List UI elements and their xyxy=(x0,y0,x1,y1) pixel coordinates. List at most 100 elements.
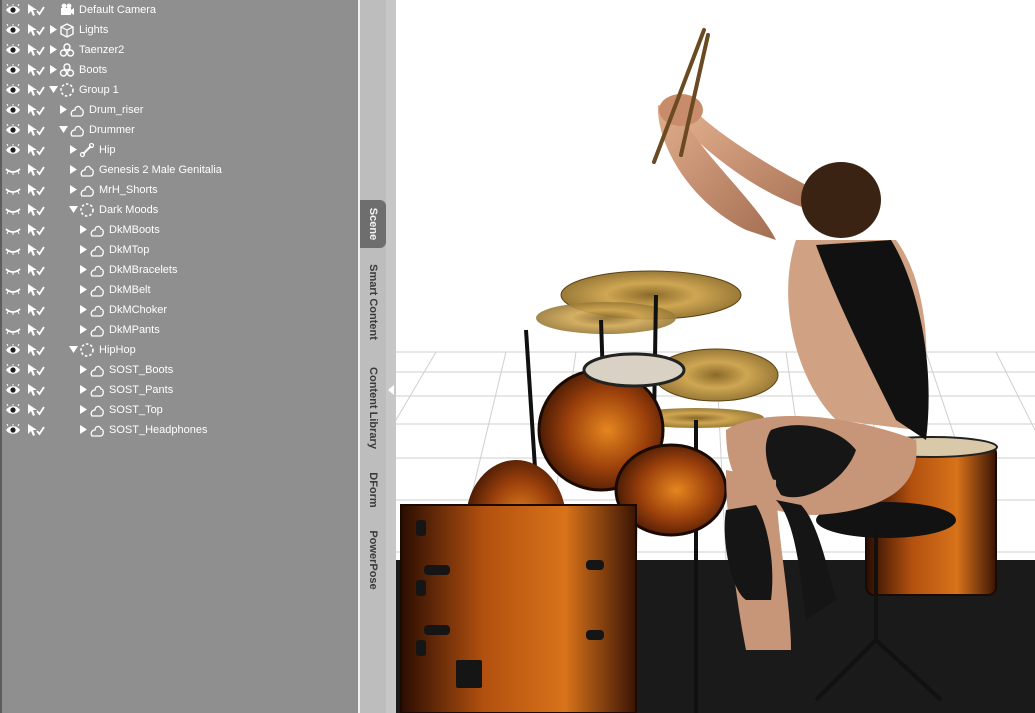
scene-tree-row[interactable]: DkMBracelets xyxy=(0,260,358,280)
triangle-right-icon[interactable] xyxy=(49,45,58,54)
selectable-cursor-check-icon[interactable] xyxy=(27,403,45,417)
tab-powerpose[interactable]: PowerPose xyxy=(360,522,386,598)
scene-tree-row[interactable]: SOST_Pants xyxy=(0,380,358,400)
selectable-cursor-check-icon[interactable] xyxy=(27,23,45,37)
selectable-cursor-check-icon[interactable] xyxy=(27,363,45,377)
scene-tree-row[interactable]: SOST_Top xyxy=(0,400,358,420)
prop-icon xyxy=(89,262,105,278)
triangle-down-icon[interactable] xyxy=(49,85,58,94)
triangle-right-icon[interactable] xyxy=(59,105,68,114)
triangle-right-icon[interactable] xyxy=(69,165,78,174)
selectable-cursor-check-icon[interactable] xyxy=(27,83,45,97)
selectable-cursor-check-icon[interactable] xyxy=(27,203,45,217)
eye-closed-icon[interactable] xyxy=(5,184,21,196)
triangle-right-icon[interactable] xyxy=(79,225,88,234)
selectable-cursor-check-icon[interactable] xyxy=(27,383,45,397)
scene-tree-row[interactable]: SOST_Headphones xyxy=(0,420,358,440)
tab-scene[interactable]: Scene xyxy=(360,200,386,248)
selectable-cursor-check-icon[interactable] xyxy=(27,103,45,117)
triangle-right-icon[interactable] xyxy=(79,385,88,394)
eye-closed-icon[interactable] xyxy=(5,304,21,316)
scene-tree-row[interactable]: Default Camera xyxy=(0,0,358,20)
scene-tree-row[interactable]: MrH_Shorts xyxy=(0,180,358,200)
scene-tree-row[interactable]: Group 1 xyxy=(0,80,358,100)
selectable-cursor-check-icon[interactable] xyxy=(27,43,45,57)
prop-icon xyxy=(89,282,105,298)
eye-closed-icon[interactable] xyxy=(5,204,21,216)
selectable-cursor-check-icon[interactable] xyxy=(27,123,45,137)
selectable-cursor-check-icon[interactable] xyxy=(27,323,45,337)
eye-closed-icon[interactable] xyxy=(5,284,21,296)
tab-smart-content[interactable]: Smart Content xyxy=(360,256,386,348)
eye-closed-icon[interactable] xyxy=(5,164,21,176)
scene-tree-row[interactable]: Drummer xyxy=(0,120,358,140)
eye-open-icon[interactable] xyxy=(5,104,21,116)
eye-closed-icon[interactable] xyxy=(5,264,21,276)
triangle-right-icon[interactable] xyxy=(79,285,88,294)
tab-label: PowerPose xyxy=(367,530,379,590)
eye-open-icon[interactable] xyxy=(5,124,21,136)
triangle-right-icon[interactable] xyxy=(79,305,88,314)
eye-closed-icon[interactable] xyxy=(5,324,21,336)
scene-tree-row[interactable]: Hip xyxy=(0,140,358,160)
selectable-cursor-check-icon[interactable] xyxy=(27,423,45,437)
eye-open-icon[interactable] xyxy=(5,4,21,16)
eye-closed-icon[interactable] xyxy=(5,244,21,256)
eye-open-icon[interactable] xyxy=(5,24,21,36)
eye-open-icon[interactable] xyxy=(5,344,21,356)
panel-splitter[interactable] xyxy=(386,0,396,713)
3d-viewport[interactable] xyxy=(396,0,1035,713)
eye-open-icon[interactable] xyxy=(5,64,21,76)
selectable-cursor-check-icon[interactable] xyxy=(27,63,45,77)
eye-closed-icon[interactable] xyxy=(5,224,21,236)
selectable-cursor-check-icon[interactable] xyxy=(27,343,45,357)
eye-open-icon[interactable] xyxy=(5,404,21,416)
eye-open-icon[interactable] xyxy=(5,84,21,96)
triangle-right-icon[interactable] xyxy=(79,325,88,334)
scene-tree-row[interactable]: DkMChoker xyxy=(0,300,358,320)
tab-content-library[interactable]: Content Library xyxy=(360,356,386,460)
tab-dform[interactable]: DForm xyxy=(360,466,386,514)
selectable-cursor-check-icon[interactable] xyxy=(27,3,45,17)
triangle-down-icon[interactable] xyxy=(69,205,78,214)
triangle-right-icon[interactable] xyxy=(69,145,78,154)
collapse-panel-arrow-icon[interactable] xyxy=(388,385,394,395)
triangle-right-icon[interactable] xyxy=(49,25,58,34)
selectable-cursor-check-icon[interactable] xyxy=(27,183,45,197)
triangle-right-icon[interactable] xyxy=(49,65,58,74)
selectable-cursor-check-icon[interactable] xyxy=(27,243,45,257)
triangle-down-icon[interactable] xyxy=(59,125,68,134)
eye-open-icon[interactable] xyxy=(5,44,21,56)
eye-open-icon[interactable] xyxy=(5,144,21,156)
triangle-right-icon[interactable] xyxy=(79,425,88,434)
selectable-cursor-check-icon[interactable] xyxy=(27,303,45,317)
scene-tree-row[interactable]: HipHop xyxy=(0,340,358,360)
triangle-right-icon[interactable] xyxy=(69,185,78,194)
selectable-cursor-check-icon[interactable] xyxy=(27,263,45,277)
scene-tree-row[interactable]: DkMBelt xyxy=(0,280,358,300)
scene-tree-row[interactable]: Taenzer2 xyxy=(0,40,358,60)
scene-tree-row[interactable]: Drum_riser xyxy=(0,100,358,120)
triangle-right-icon[interactable] xyxy=(79,365,88,374)
scene-tree-row[interactable]: DkMBoots xyxy=(0,220,358,240)
selectable-cursor-check-icon[interactable] xyxy=(27,283,45,297)
scene-tree-row[interactable]: DkMPants xyxy=(0,320,358,340)
scene-tree-row[interactable]: Boots xyxy=(0,60,358,80)
selectable-cursor-check-icon[interactable] xyxy=(27,143,45,157)
scene-tree-row[interactable]: Lights xyxy=(0,20,358,40)
triangle-right-icon[interactable] xyxy=(79,245,88,254)
eye-open-icon[interactable] xyxy=(5,424,21,436)
triangle-down-icon[interactable] xyxy=(69,345,78,354)
triangle-right-icon[interactable] xyxy=(79,265,88,274)
scene-tree-row[interactable]: Genesis 2 Male Genitalia xyxy=(0,160,358,180)
triangle-right-icon[interactable] xyxy=(79,405,88,414)
group-icon xyxy=(79,342,95,358)
eye-open-icon[interactable] xyxy=(5,384,21,396)
scene-tree-row[interactable]: Dark Moods xyxy=(0,200,358,220)
scene-tree-row[interactable]: SOST_Boots xyxy=(0,360,358,380)
selectable-cursor-check-icon[interactable] xyxy=(27,223,45,237)
eye-open-icon[interactable] xyxy=(5,364,21,376)
scene-tree-row-label: SOST_Headphones xyxy=(109,424,208,436)
scene-tree-row[interactable]: DkMTop xyxy=(0,240,358,260)
selectable-cursor-check-icon[interactable] xyxy=(27,163,45,177)
